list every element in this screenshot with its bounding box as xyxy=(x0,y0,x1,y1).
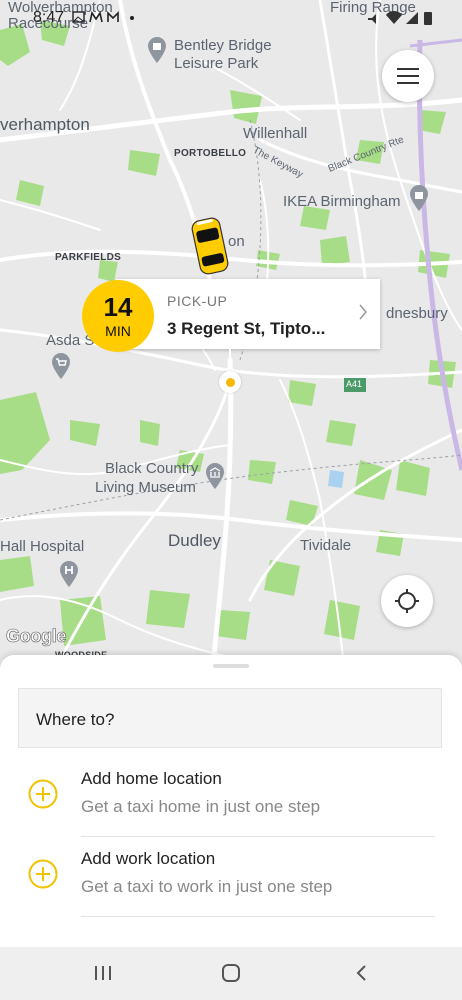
map-label: Leisure Park xyxy=(174,55,259,72)
map-label: Willenhall xyxy=(243,125,308,142)
home-location-title: Add home location xyxy=(81,769,222,788)
map-label: Dudley xyxy=(168,531,221,550)
hospital-pin-icon[interactable] xyxy=(58,560,80,588)
pickup-address: 3 Regent St, Tipto... xyxy=(167,319,326,338)
add-circle-icon xyxy=(28,859,58,889)
pickup-dot-icon xyxy=(225,377,235,387)
map-label: PORTOBELLO xyxy=(174,148,247,159)
eta-badge: 14 MIN xyxy=(82,280,154,352)
recent-apps-icon xyxy=(95,966,111,980)
pickup-caption: PICK-UP xyxy=(167,293,228,309)
add-work-location-item[interactable]: Add work location Get a taxi to work in … xyxy=(0,837,462,917)
work-location-title: Add work location xyxy=(81,849,216,868)
map-label: A41 xyxy=(346,379,363,389)
back-button[interactable] xyxy=(346,960,376,986)
menu-button[interactable] xyxy=(382,50,434,102)
hamburger-icon xyxy=(397,68,419,84)
google-attribution: Google xyxy=(6,626,67,647)
map-label: Tividale xyxy=(300,537,352,554)
status-bar: 8:47 xyxy=(0,0,462,34)
my-location-button[interactable] xyxy=(381,575,433,627)
status-right-icons xyxy=(368,10,432,25)
map-label: verhampton xyxy=(0,115,90,134)
sheet-drag-handle[interactable] xyxy=(213,664,249,668)
pickup-card[interactable]: PICK-UP 3 Regent St, Tipto... xyxy=(116,279,380,349)
eta-unit: MIN xyxy=(105,322,131,339)
shopping-pin-icon[interactable] xyxy=(408,184,430,212)
map-label: Hall Hospital xyxy=(0,538,85,555)
pickup-location-marker xyxy=(219,371,241,393)
map-label: Black Country xyxy=(105,460,199,477)
bottom-sheet: Where to? Add home location Get a taxi h… xyxy=(0,655,462,947)
leisure-pin-icon[interactable] xyxy=(146,36,168,64)
home-button[interactable] xyxy=(216,960,246,986)
home-location-subtitle: Get a taxi home in just one step xyxy=(81,797,321,816)
chevron-right-icon xyxy=(359,304,367,320)
add-home-location-item[interactable]: Add home location Get a taxi home in jus… xyxy=(0,757,462,837)
map-label: Living Museum xyxy=(95,479,196,496)
home-icon xyxy=(222,964,240,982)
notification-icons xyxy=(72,10,134,23)
taxi-car-icon xyxy=(191,217,229,275)
divider xyxy=(81,916,435,917)
map-label: PARKFIELDS xyxy=(55,252,122,263)
system-navigation-bar xyxy=(0,947,462,1000)
pickup-stem xyxy=(229,349,231,361)
museum-pin-icon[interactable] xyxy=(204,462,226,490)
work-location-subtitle: Get a taxi to work in just one step xyxy=(81,877,333,896)
crosshair-icon xyxy=(395,589,419,613)
status-time: 8:47 xyxy=(33,9,65,26)
back-icon xyxy=(356,965,366,981)
map-label: IKEA Birmingham xyxy=(283,193,401,210)
map-label: Bentley Bridge xyxy=(174,37,272,54)
add-circle-icon xyxy=(28,779,58,809)
recent-apps-button[interactable] xyxy=(88,960,118,986)
destination-search-label: Where to? xyxy=(36,710,115,729)
cart-pin-icon[interactable] xyxy=(50,352,72,380)
destination-search-field[interactable]: Where to? xyxy=(18,688,442,748)
eta-value: 14 xyxy=(103,291,133,322)
map-label: dnesbury xyxy=(386,305,448,322)
